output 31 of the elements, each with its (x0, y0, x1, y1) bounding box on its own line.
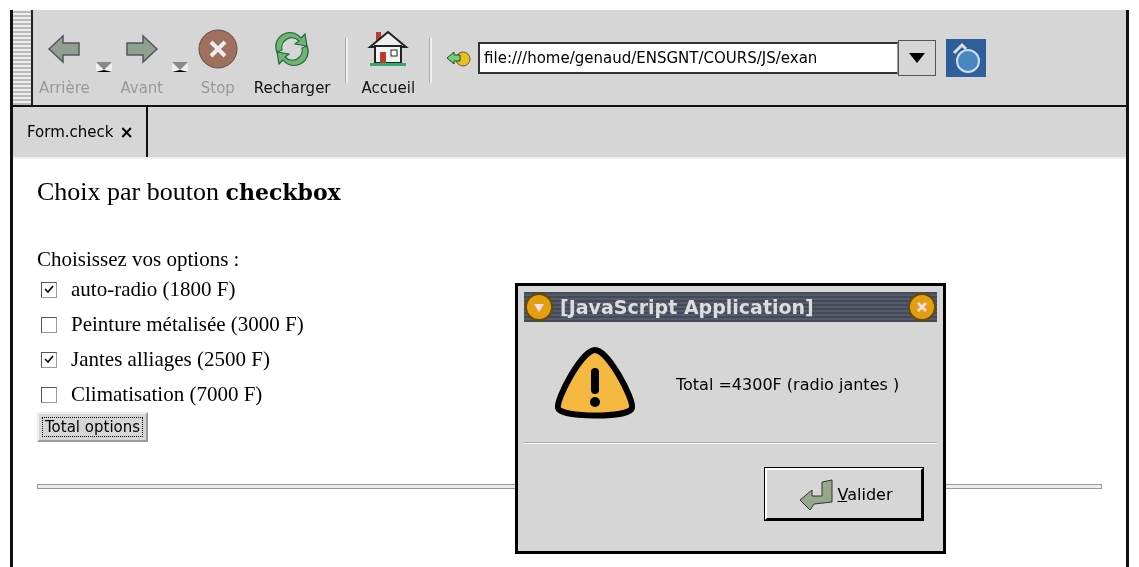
option-label: auto-radio (1800 F) (71, 277, 236, 302)
close-icon[interactable] (907, 292, 937, 322)
checkbox[interactable] (41, 281, 57, 298)
house-icon (367, 29, 410, 69)
valider-button[interactable]: Valider (765, 468, 923, 520)
menu-button-icon[interactable] (524, 292, 554, 322)
dialog-message: Total =4300F (radio jantes ) (676, 374, 900, 394)
caret-icon (909, 52, 926, 63)
total-options-button[interactable]: Total options (37, 412, 149, 442)
options-prompt: Choisissez vos options : (37, 247, 241, 272)
forward-arrow-icon (124, 34, 159, 64)
page-heading: Choix par bouton checkbox (37, 177, 342, 207)
return-arrow-icon (797, 478, 836, 510)
checkbox[interactable] (41, 316, 57, 333)
checkbox[interactable] (41, 386, 57, 403)
back-arrow-icon (47, 34, 82, 64)
url-dropdown-button[interactable] (898, 39, 937, 76)
go-arrow-icon[interactable] (446, 48, 473, 67)
tab-label: Form.check (27, 123, 114, 141)
close-icon[interactable]: × (119, 122, 134, 142)
reload-button[interactable]: Recharger (247, 10, 337, 105)
dialog-title: [JavaScript Application] (559, 296, 815, 318)
option-label: Jantes alliages (2500 F) (71, 347, 270, 372)
url-field[interactable]: file:///home/genaud/ENSGNT/COURS/JS/exan (478, 41, 899, 74)
toolbar-handle[interactable] (13, 10, 33, 105)
option-label: Peinture métalisée (3000 F) (71, 312, 304, 337)
option-label: Climatisation (7000 F) (71, 382, 263, 407)
checkbox[interactable] (41, 351, 57, 368)
globe-icon[interactable] (946, 38, 987, 77)
home-button[interactable]: Accueil (355, 10, 422, 105)
stop-icon (196, 28, 239, 70)
